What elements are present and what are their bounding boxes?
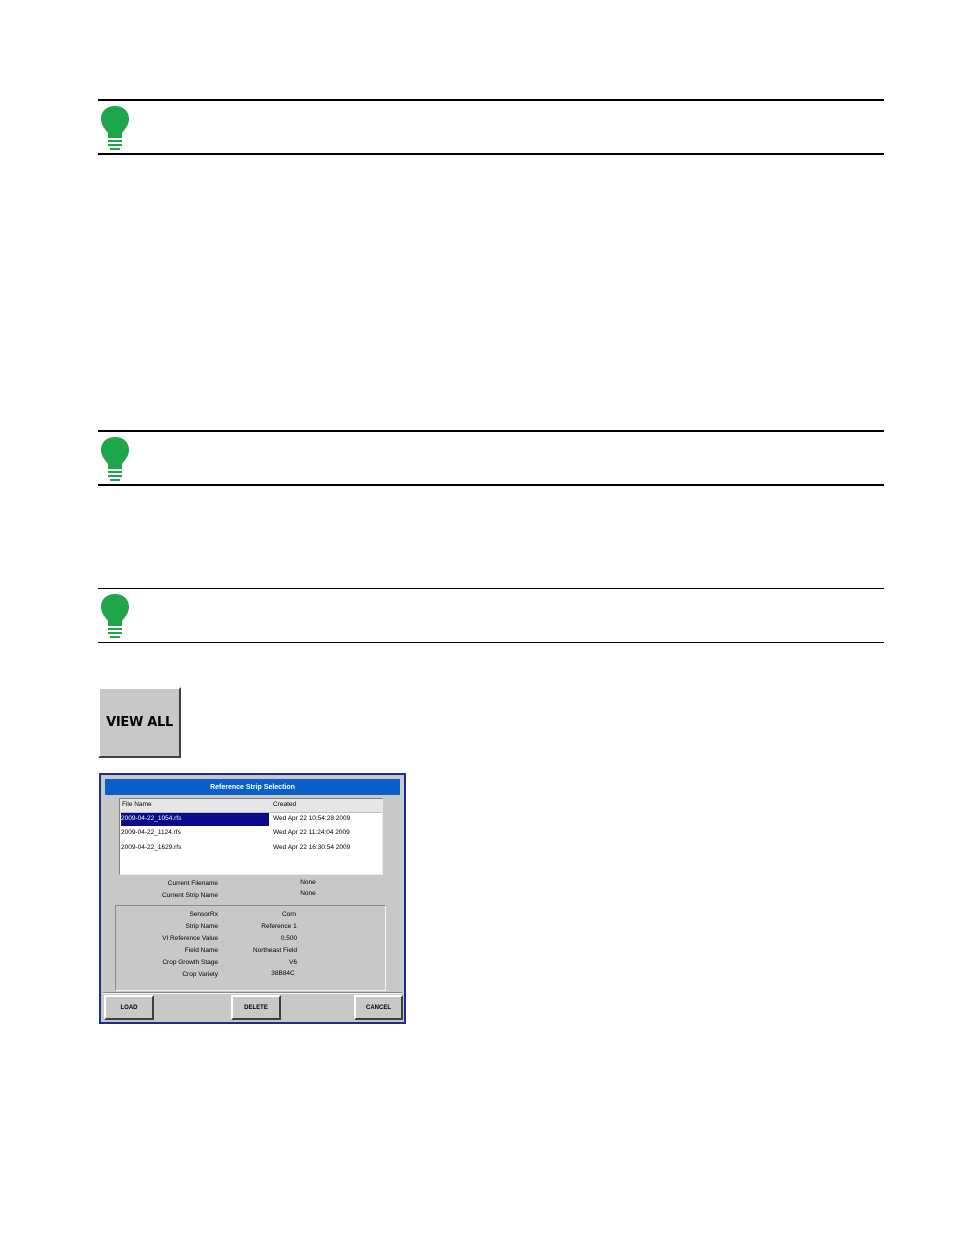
load-button[interactable]: LOAD [104,995,154,1020]
dialog-title-bar: Reference Strip Selection [105,779,400,795]
field-name-label: Field Name [184,947,218,954]
crop-variety-label: Crop Variety [182,971,218,978]
vi-reference-value-label: VI Reference Value [162,935,218,942]
column-header-created: Created [273,801,297,808]
dialog-separator [103,992,402,994]
current-filename-label: Current Filename [167,880,218,887]
file-created-cell: Wed Apr 22 10:54:28 2009 [273,815,351,822]
lightbulb-icon [101,437,129,481]
crop-variety-value: 38B84C [271,970,295,977]
crop-growth-stage-label: Crop Growth Stage [162,959,218,966]
strip-name-value: Reference 1 [261,923,297,930]
strip-name-label: Strip Name [185,923,218,930]
column-header-file-name: File Name [122,801,152,808]
file-name-cell: 2009-04-22_1124.rfs [121,829,181,836]
tip-box-2 [98,430,884,486]
field-name-value: Northeast Field [252,947,298,954]
file-name-cell: 2009-04-22_1629.rfs [121,844,182,851]
file-list-header: File Name Created [120,799,382,813]
sensorrx-value: Corn [281,911,297,918]
dialog-title: Reference Strip Selection [210,783,295,791]
cancel-button[interactable]: CANCEL [354,995,403,1020]
current-strip-name-label: Current Strip Name [162,892,218,899]
file-row[interactable]: 2009-04-22_1124.rfs Wed Apr 22 11:24:04 … [120,827,382,839]
current-strip-name-value: None [300,890,316,897]
view-all-button[interactable]: VIEW ALL [98,687,181,758]
tip-box-3 [98,588,884,643]
reference-strip-selection-dialog: Reference Strip Selection File Name Crea… [99,773,406,1024]
file-row[interactable]: 2009-04-22_1629.rfs Wed Apr 22 16:30:54 … [120,842,382,854]
lightbulb-icon [101,594,129,638]
file-row[interactable]: 2009-04-22_1054.rfs Wed Apr 22 10:54:28 … [120,813,382,826]
vi-reference-value-value: 0.500 [280,935,298,942]
crop-growth-stage-value: V6 [289,959,297,966]
file-created-cell: Wed Apr 22 11:24:04 2009 [273,829,350,836]
tip-box-1 [98,99,884,155]
sensorrx-label: SensorRx [189,911,218,918]
file-created-cell: Wed Apr 22 16:30:54 2009 [273,844,351,851]
file-name-cell: 2009-04-22_1054.rfs [121,813,269,826]
file-list[interactable]: File Name Created 2009-04-22_1054.rfs We… [119,798,383,875]
delete-button[interactable]: DELETE [231,995,281,1020]
lightbulb-icon [101,106,129,150]
current-filename-value: None [300,879,316,886]
